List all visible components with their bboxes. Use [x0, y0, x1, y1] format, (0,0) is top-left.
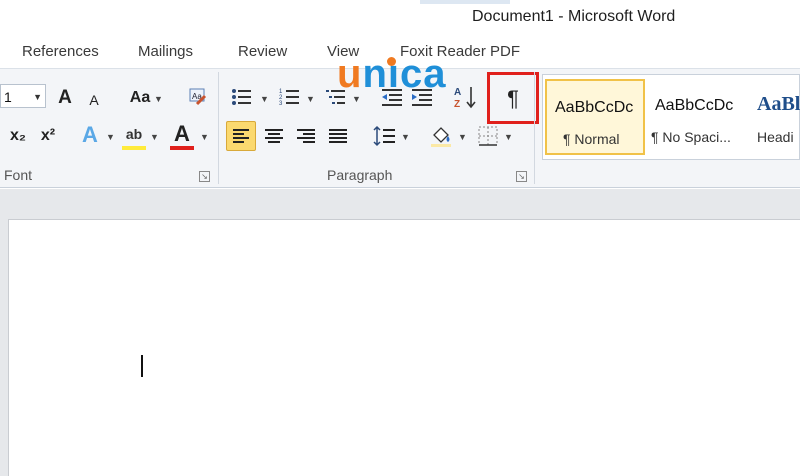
style-name: ¶ No Spaci... — [651, 129, 731, 145]
chevron-down-icon: ▼ — [352, 94, 361, 104]
bullets-icon — [232, 89, 251, 105]
style-no-spacing[interactable]: AaBbCcDc ¶ No Spaci... — [647, 79, 747, 155]
borders-icon — [478, 126, 498, 146]
style-preview-text: AaBbCcDc — [655, 97, 734, 114]
increase-indent-icon — [412, 89, 432, 106]
font-dialog-launcher-icon[interactable]: ↘ — [199, 171, 210, 182]
chevron-down-icon: ▼ — [106, 132, 115, 142]
line-spacing-button[interactable] — [372, 124, 398, 148]
font-group-label: Font — [4, 167, 33, 183]
subscript-button[interactable]: x₂ — [6, 126, 30, 146]
document-page[interactable] — [8, 219, 800, 476]
paragraph-dialog-launcher-icon[interactable]: ↘ — [516, 171, 527, 182]
borders-button[interactable] — [476, 124, 500, 148]
chevron-down-icon: ▼ — [458, 132, 467, 142]
svg-text:Z: Z — [454, 99, 460, 110]
chevron-down-icon: ▼ — [150, 132, 159, 142]
chevron-down-icon: ▼ — [504, 132, 513, 142]
justify-button[interactable] — [326, 124, 350, 148]
paragraph-group-label: Paragraph — [327, 167, 393, 183]
align-right-icon — [297, 129, 315, 143]
font-color-button[interactable]: A — [170, 122, 194, 146]
decrease-indent-icon — [382, 89, 402, 106]
multilevel-list-button[interactable] — [324, 86, 348, 108]
multilevel-list-icon — [326, 90, 345, 104]
align-center-icon — [265, 129, 283, 143]
title-bar: Document1 - Microsoft Word — [0, 0, 800, 36]
tab-mailings[interactable]: Mailings — [138, 43, 193, 60]
style-name: Headi — [757, 129, 794, 145]
align-left-button[interactable] — [226, 121, 256, 151]
font-size-dropdown[interactable]: 1 ▼ — [0, 84, 46, 108]
numbering-icon: 1 2 3 — [279, 89, 299, 107]
svg-text:3: 3 — [279, 101, 283, 107]
chevron-down-icon: ▼ — [154, 94, 163, 104]
font-size-value: 1 — [4, 89, 12, 105]
superscript-button[interactable]: x² — [36, 126, 60, 146]
show-hide-button[interactable]: ¶ — [487, 72, 539, 124]
style-normal[interactable]: AaBbCcDc ¶ Normal — [545, 79, 645, 155]
highlight-button[interactable]: ab — [122, 123, 146, 145]
shrink-font-button[interactable]: A — [84, 90, 104, 110]
clear-formatting-icon: Aa — [189, 88, 207, 106]
sort-icon: A Z — [454, 87, 476, 110]
chevron-down-icon: ▼ — [306, 94, 315, 104]
style-heading-1[interactable]: AaBl Headi — [749, 79, 800, 155]
line-spacing-icon — [373, 125, 395, 147]
clear-formatting-button[interactable]: Aa — [186, 85, 210, 109]
align-center-button[interactable] — [262, 124, 286, 148]
group-divider — [218, 72, 219, 184]
align-left-icon — [233, 129, 249, 143]
paint-bucket-icon — [431, 127, 451, 147]
style-name: ¶ Normal — [563, 131, 620, 147]
window-title: Document1 - Microsoft Word — [472, 8, 676, 25]
bullets-button[interactable] — [230, 86, 254, 108]
sort-button[interactable]: A Z — [452, 84, 478, 110]
text-cursor — [141, 355, 143, 377]
styles-gallery: AaBbCcDc ¶ Normal AaBbCcDc ¶ No Spaci...… — [542, 74, 800, 160]
change-case-button[interactable]: Aa — [127, 88, 153, 108]
text-effects-button[interactable]: A — [78, 123, 102, 147]
shading-button[interactable] — [428, 124, 454, 148]
style-preview-text: AaBl — [757, 93, 800, 115]
numbering-button[interactable]: 1 2 3 — [278, 86, 302, 108]
grow-font-button[interactable]: A — [54, 86, 76, 108]
increase-indent-button[interactable] — [410, 86, 434, 108]
chevron-down-icon: ▼ — [33, 92, 42, 102]
align-right-button[interactable] — [294, 124, 318, 148]
title-accent — [420, 0, 510, 4]
decrease-indent-button[interactable] — [380, 86, 404, 108]
tab-review[interactable]: Review — [238, 43, 287, 60]
tab-references[interactable]: References — [22, 43, 99, 60]
watermark-dot — [387, 57, 396, 66]
highlight-color-bar — [122, 146, 146, 150]
chevron-down-icon: ▼ — [200, 132, 209, 142]
svg-text:A: A — [454, 87, 461, 98]
group-divider — [534, 72, 535, 184]
chevron-down-icon: ▼ — [260, 94, 269, 104]
chevron-down-icon: ▼ — [401, 132, 410, 142]
font-color-bar — [170, 146, 194, 150]
style-preview-text: AaBbCcDc — [555, 99, 634, 116]
pilcrow-icon: ¶ — [507, 86, 519, 111]
justify-icon — [329, 129, 347, 143]
